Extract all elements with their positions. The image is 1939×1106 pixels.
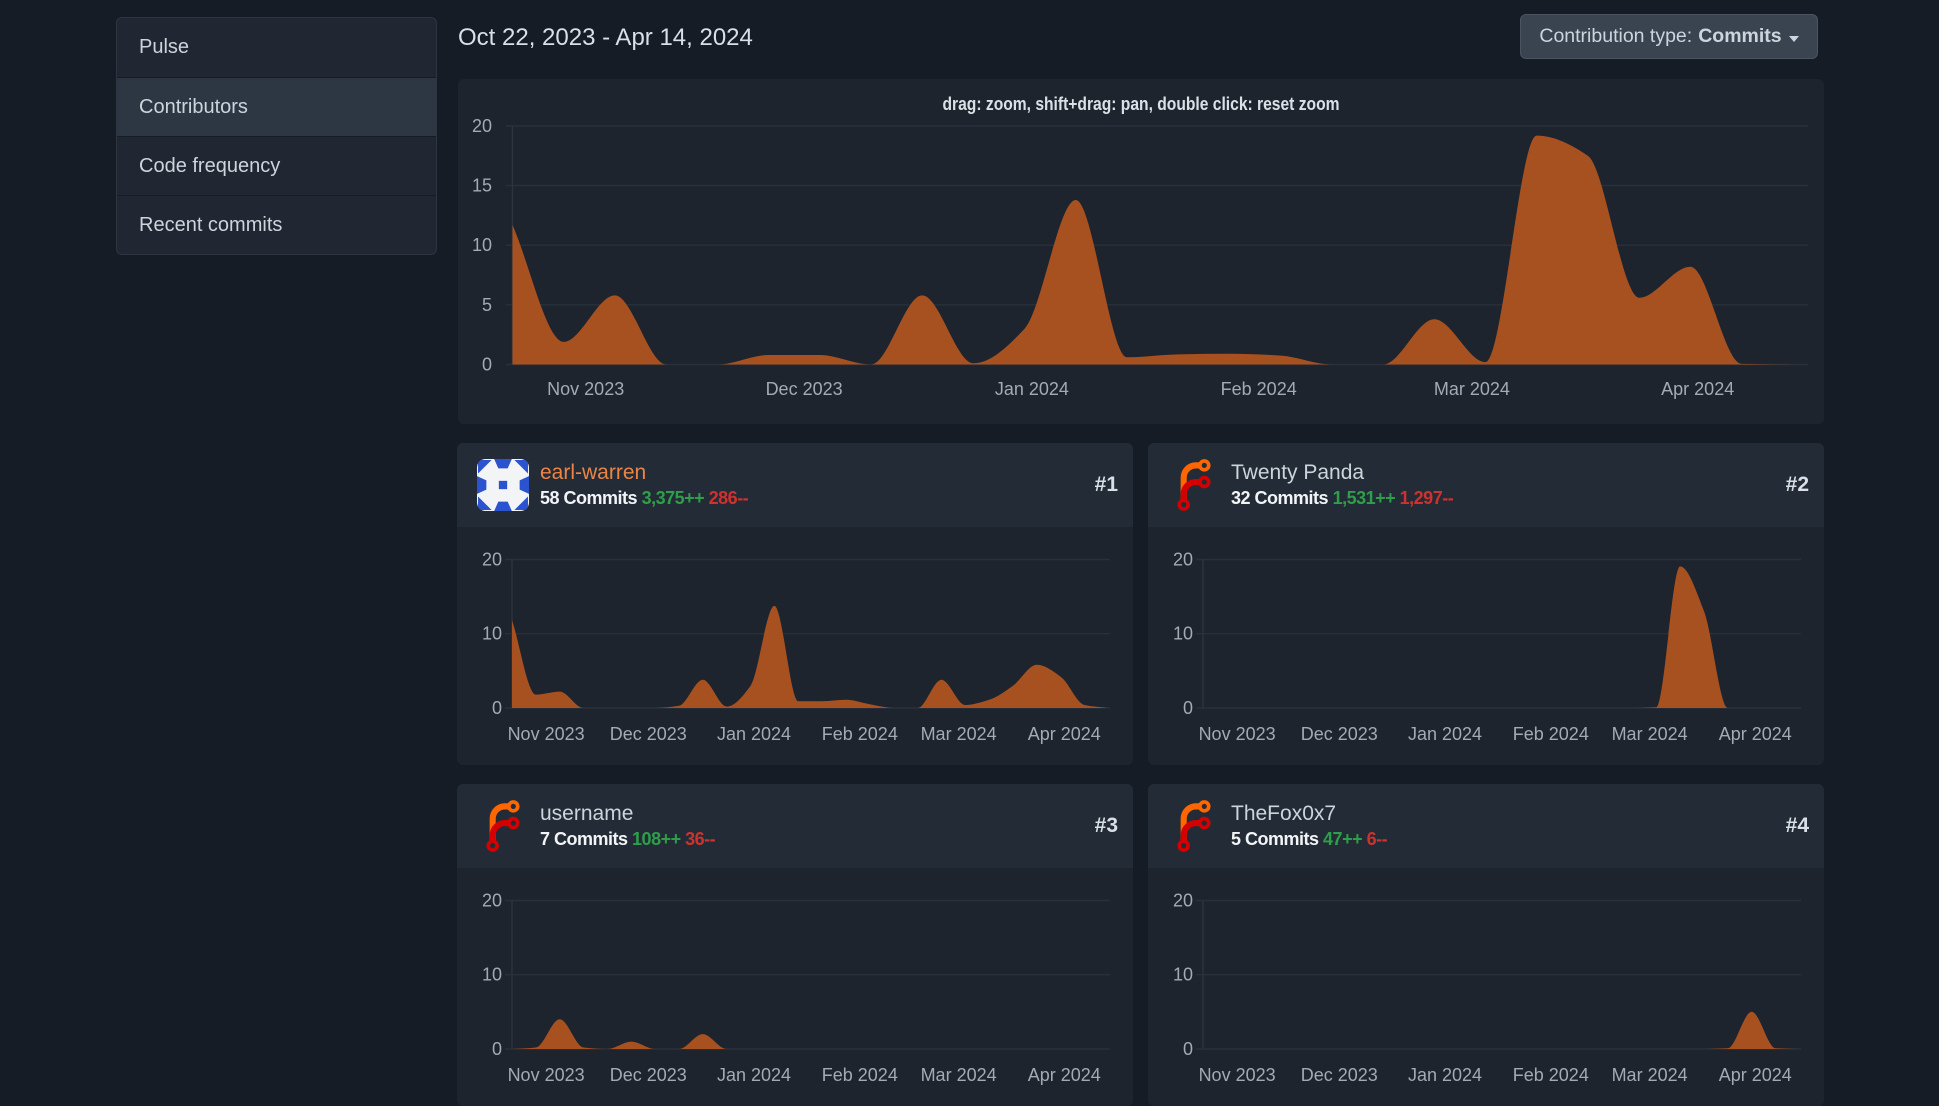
- svg-text:5: 5: [482, 295, 492, 315]
- svg-text:Jan 2024: Jan 2024: [995, 379, 1069, 399]
- svg-text:Feb 2024: Feb 2024: [822, 724, 898, 744]
- svg-text:20: 20: [482, 550, 502, 570]
- svg-text:Nov 2023: Nov 2023: [508, 724, 585, 744]
- svg-text:0: 0: [1183, 1039, 1193, 1059]
- svg-text:Apr 2024: Apr 2024: [1661, 379, 1734, 399]
- svg-text:Apr 2024: Apr 2024: [1719, 1065, 1792, 1085]
- svg-text:10: 10: [1173, 965, 1193, 985]
- svg-text:Dec 2023: Dec 2023: [1301, 724, 1378, 744]
- svg-text:Feb 2024: Feb 2024: [1221, 379, 1297, 399]
- svg-text:10: 10: [1173, 624, 1193, 644]
- svg-text:Jan 2024: Jan 2024: [717, 724, 791, 744]
- svg-text:Dec 2023: Dec 2023: [1301, 1065, 1378, 1085]
- svg-text:Mar 2024: Mar 2024: [1612, 1065, 1688, 1085]
- svg-text:Nov 2023: Nov 2023: [1199, 724, 1276, 744]
- svg-text:Apr 2024: Apr 2024: [1028, 724, 1101, 744]
- svg-text:0: 0: [1183, 698, 1193, 718]
- svg-text:0: 0: [492, 698, 502, 718]
- svg-text:20: 20: [482, 891, 502, 911]
- svg-text:Feb 2024: Feb 2024: [1513, 724, 1589, 744]
- svg-text:Dec 2023: Dec 2023: [610, 1065, 687, 1085]
- svg-text:Dec 2023: Dec 2023: [766, 379, 843, 399]
- svg-text:10: 10: [472, 235, 492, 255]
- svg-text:15: 15: [472, 176, 492, 196]
- svg-text:Apr 2024: Apr 2024: [1719, 724, 1792, 744]
- svg-text:0: 0: [482, 355, 492, 375]
- svg-text:Mar 2024: Mar 2024: [1612, 724, 1688, 744]
- svg-text:20: 20: [1173, 550, 1193, 570]
- svg-text:Feb 2024: Feb 2024: [822, 1065, 898, 1085]
- svg-text:Nov 2023: Nov 2023: [508, 1065, 585, 1085]
- svg-text:0: 0: [492, 1039, 502, 1059]
- svg-text:Apr 2024: Apr 2024: [1028, 1065, 1101, 1085]
- svg-text:Nov 2023: Nov 2023: [547, 379, 624, 399]
- svg-text:Mar 2024: Mar 2024: [921, 724, 997, 744]
- svg-text:Mar 2024: Mar 2024: [921, 1065, 997, 1085]
- svg-text:Mar 2024: Mar 2024: [1434, 379, 1510, 399]
- svg-text:Dec 2023: Dec 2023: [610, 724, 687, 744]
- svg-text:10: 10: [482, 624, 502, 644]
- svg-text:Jan 2024: Jan 2024: [1408, 1065, 1482, 1085]
- svg-text:Nov 2023: Nov 2023: [1199, 1065, 1276, 1085]
- svg-text:10: 10: [482, 965, 502, 985]
- svg-text:Jan 2024: Jan 2024: [1408, 724, 1482, 744]
- svg-text:20: 20: [472, 116, 492, 136]
- svg-text:20: 20: [1173, 891, 1193, 911]
- svg-text:Feb 2024: Feb 2024: [1513, 1065, 1589, 1085]
- svg-text:drag: zoom, shift+drag: pan, d: drag: zoom, shift+drag: pan, double clic…: [943, 94, 1340, 114]
- svg-text:Jan 2024: Jan 2024: [717, 1065, 791, 1085]
